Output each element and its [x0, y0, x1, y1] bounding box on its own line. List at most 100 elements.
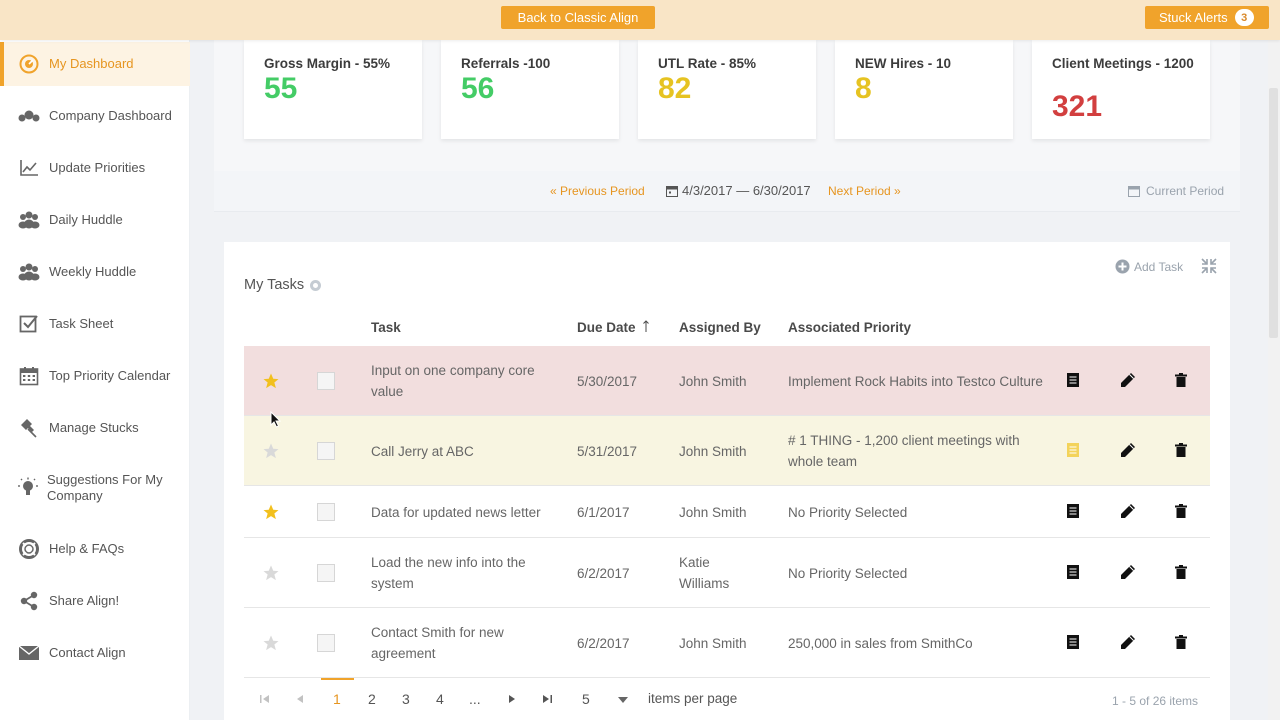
- column-header-due-date[interactable]: Due Date: [577, 320, 650, 335]
- kpi-card[interactable]: NEW Hires - 10 8: [835, 40, 1013, 139]
- back-to-classic-button[interactable]: Back to Classic Align: [501, 6, 655, 29]
- sidebar-item-my-dashboard[interactable]: My Dashboard: [0, 42, 190, 86]
- table-row[interactable]: Call Jerry at ABC 5/31/2017 John Smith #…: [244, 416, 1210, 486]
- page-ellipsis[interactable]: ...: [469, 691, 481, 707]
- dashboard-icon: [18, 53, 40, 75]
- previous-page-icon[interactable]: [296, 691, 304, 707]
- table-row[interactable]: Contact Smith for new agreement 6/2/2017…: [244, 608, 1210, 678]
- edit-pencil-icon[interactable]: [1120, 564, 1136, 583]
- task-checkbox[interactable]: [317, 564, 335, 582]
- checklist-icon: [18, 313, 40, 335]
- delete-trash-icon[interactable]: [1175, 443, 1187, 460]
- my-tasks-panel: My Tasks Add Task Task Due Date Assigned…: [224, 242, 1230, 720]
- task-name: Data for updated news letter: [371, 504, 541, 520]
- page-number-3[interactable]: 3: [402, 691, 410, 707]
- next-period-link[interactable]: Next Period »: [828, 184, 901, 198]
- star-icon[interactable]: [262, 503, 280, 524]
- sidebar-item-weekly-huddle[interactable]: Weekly Huddle: [0, 250, 190, 294]
- kpi-card[interactable]: Client Meetings - 1200 321: [1032, 40, 1210, 139]
- sidebar-item-company-dashboard[interactable]: Company Dashboard: [0, 94, 190, 138]
- next-page-icon[interactable]: [508, 691, 516, 707]
- sidebar-item-daily-huddle[interactable]: Daily Huddle: [0, 198, 190, 242]
- sidebar-item-label: Share Align!: [49, 593, 120, 608]
- task-associated-priority: No Priority Selected: [788, 565, 908, 581]
- task-associated-priority: 250,000 in sales from SmithCo: [788, 635, 973, 651]
- edit-pencil-icon[interactable]: [1120, 634, 1136, 653]
- sidebar-item-task-sheet[interactable]: Task Sheet: [0, 302, 190, 346]
- table-row[interactable]: Load the new info into the system 6/2/20…: [244, 538, 1210, 608]
- task-checkbox[interactable]: [317, 442, 335, 460]
- collapse-icon[interactable]: [1201, 258, 1217, 277]
- chevron-down-icon[interactable]: [618, 697, 628, 703]
- my-tasks-title: My Tasks: [244, 277, 322, 293]
- task-checkbox[interactable]: [317, 634, 335, 652]
- edit-pencil-icon[interactable]: [1120, 372, 1136, 391]
- period-range[interactable]: 4/3/2017 — 6/30/2017: [666, 183, 811, 198]
- task-associated-priority: Implement Rock Habits into Testco Cultur…: [788, 373, 1043, 389]
- sidebar-item-label: My Dashboard: [49, 56, 134, 71]
- column-header-associated-priority[interactable]: Associated Priority: [788, 320, 911, 335]
- users-icon: [18, 261, 40, 283]
- page-number-1[interactable]: 1: [333, 691, 341, 707]
- company-icon: [18, 105, 40, 127]
- task-name: Contact Smith for new agreement: [371, 625, 504, 661]
- star-icon[interactable]: [262, 372, 280, 393]
- page-number-2[interactable]: 2: [368, 691, 376, 707]
- page-number-4[interactable]: 4: [436, 691, 444, 707]
- delete-trash-icon[interactable]: [1175, 565, 1187, 582]
- notes-icon[interactable]: [1066, 443, 1080, 460]
- sidebar-item-top-priority-calendar[interactable]: Top Priority Calendar: [0, 354, 190, 398]
- sidebar-item-share-align[interactable]: Share Align!: [0, 579, 190, 623]
- current-period-link[interactable]: Current Period: [1128, 184, 1224, 198]
- kpi-card[interactable]: UTL Rate - 85% 82: [638, 40, 816, 139]
- kpi-title: NEW Hires - 10: [855, 56, 952, 71]
- edit-pencil-icon[interactable]: [1120, 442, 1136, 461]
- sidebar-item-update-priorities[interactable]: Update Priorities: [0, 146, 190, 190]
- task-due-date: 5/30/2017: [577, 373, 638, 389]
- notes-icon[interactable]: [1066, 635, 1080, 652]
- calendar-icon: [18, 365, 40, 387]
- task-checkbox[interactable]: [317, 503, 335, 521]
- column-header-due-date-label: Due Date: [577, 320, 636, 335]
- kpi-card[interactable]: Gross Margin - 55% 55: [244, 40, 422, 139]
- last-page-icon[interactable]: [542, 691, 552, 707]
- column-header-assigned-by[interactable]: Assigned By: [679, 320, 761, 335]
- star-icon[interactable]: [262, 442, 280, 463]
- sidebar-item-label: Top Priority Calendar: [49, 368, 171, 383]
- column-header-task[interactable]: Task: [371, 320, 401, 335]
- task-name: Load the new info into the system: [371, 555, 526, 591]
- task-checkbox[interactable]: [317, 372, 335, 390]
- add-task-button[interactable]: Add Task: [1115, 259, 1183, 274]
- top-banner: Back to Classic Align Stuck Alerts 3: [0, 0, 1280, 40]
- star-icon[interactable]: [262, 564, 280, 585]
- notes-icon[interactable]: [1066, 373, 1080, 390]
- notes-icon[interactable]: [1066, 504, 1080, 521]
- task-due-date: 6/2/2017: [577, 635, 630, 651]
- add-task-label: Add Task: [1134, 259, 1184, 274]
- star-icon[interactable]: [262, 634, 280, 655]
- page-scrollbar[interactable]: [1268, 40, 1280, 720]
- task-assigned-by: John Smith: [679, 443, 747, 459]
- previous-period-link[interactable]: « Previous Period: [550, 184, 645, 198]
- kpi-value: 56: [461, 72, 495, 105]
- stuck-alerts-button[interactable]: Stuck Alerts 3: [1145, 6, 1269, 29]
- delete-trash-icon[interactable]: [1175, 635, 1187, 652]
- items-per-page-select[interactable]: 5: [582, 691, 590, 707]
- sidebar-item-contact-align[interactable]: Contact Align: [0, 631, 190, 675]
- scrollbar-thumb[interactable]: [1269, 88, 1278, 338]
- sidebar-item-label: Contact Align: [49, 645, 126, 660]
- table-row[interactable]: Input on one company core value 5/30/201…: [244, 346, 1210, 416]
- edit-pencil-icon[interactable]: [1120, 503, 1136, 522]
- table-row[interactable]: Data for updated news letter 6/1/2017 Jo…: [244, 486, 1210, 538]
- delete-trash-icon[interactable]: [1175, 504, 1187, 521]
- sidebar-item-help-faqs[interactable]: Help & FAQs: [0, 527, 190, 571]
- kpi-card[interactable]: Referrals -100 56: [441, 40, 619, 139]
- my-tasks-label: My Tasks: [244, 277, 305, 293]
- notes-icon[interactable]: [1066, 565, 1080, 582]
- delete-trash-icon[interactable]: [1175, 373, 1187, 390]
- info-icon[interactable]: [310, 279, 322, 291]
- sidebar-item-suggestions[interactable]: Suggestions For My Company: [0, 466, 190, 510]
- first-page-icon[interactable]: [260, 691, 270, 707]
- stuck-alerts-count-badge: 3: [1234, 9, 1254, 26]
- sidebar-item-manage-stucks[interactable]: Manage Stucks: [0, 406, 190, 450]
